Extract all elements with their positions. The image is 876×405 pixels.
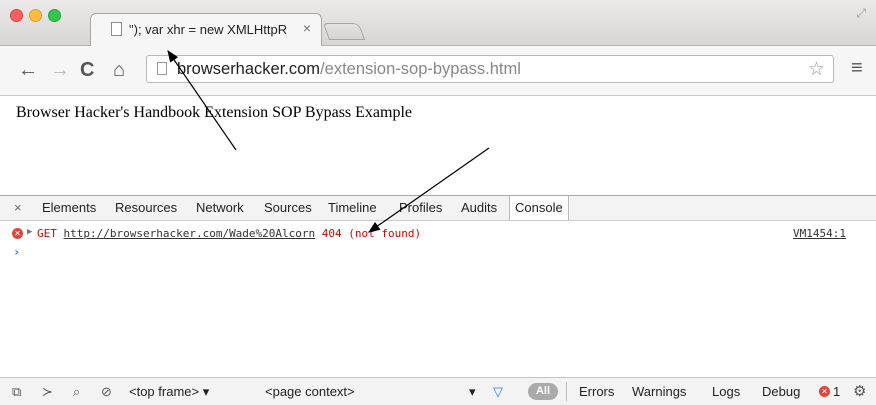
devtools-close-icon[interactable]: × xyxy=(14,200,22,215)
home-icon[interactable]: ⌂ xyxy=(113,59,125,82)
tab-elements[interactable]: Elements xyxy=(42,200,96,215)
error-icon: ✕ xyxy=(12,228,23,239)
filter-logs[interactable]: Logs xyxy=(712,384,740,399)
browser-tab[interactable]: "); var xhr = new XMLHttpR × xyxy=(90,13,322,47)
url-text: browserhacker.com/extension-sop-bypass.h… xyxy=(177,60,521,79)
error-message: GET http://browserhacker.com/Wade%20Alco… xyxy=(37,227,421,240)
menu-icon[interactable]: ≡ xyxy=(851,57,863,80)
tab-audits[interactable]: Audits xyxy=(461,200,497,215)
address-bar[interactable]: browserhacker.com/extension-sop-bypass.h… xyxy=(146,55,834,83)
source-link[interactable]: VM1454:1 xyxy=(793,227,846,240)
tab-console[interactable]: Console xyxy=(509,196,569,220)
tab-timeline[interactable]: Timeline xyxy=(328,200,377,215)
request-url-link[interactable]: http://browserhacker.com/Wade%20Alcorn xyxy=(64,227,316,240)
forward-icon[interactable]: → xyxy=(50,59,70,82)
tab-resources[interactable]: Resources xyxy=(115,200,177,215)
filter-errors[interactable]: Errors xyxy=(579,384,614,399)
expand-triangle-icon[interactable]: ▶ xyxy=(27,227,32,237)
tab-sources[interactable]: Sources xyxy=(264,200,312,215)
page-icon xyxy=(111,22,122,36)
request-method: GET xyxy=(37,227,57,240)
frame-select[interactable]: <top frame> ▾ xyxy=(129,384,209,400)
tab-profiles[interactable]: Profiles xyxy=(399,200,442,215)
context-select[interactable]: <page context> xyxy=(265,384,355,399)
error-count-icon: ✕ xyxy=(819,386,830,397)
devtools-tab-strip: × Elements Resources Network Sources Tim… xyxy=(0,195,876,221)
minimize-window-button[interactable] xyxy=(29,9,42,22)
tab-title: "); var xhr = new XMLHttpR xyxy=(129,22,288,37)
context-chevron-down-icon[interactable]: ▾ xyxy=(469,384,476,400)
search-icon[interactable]: ⌕ xyxy=(73,384,80,400)
devtools-status-bar: ⧉ ≻ ⌕ ⊘ <top frame> ▾ <page context> ▾ ▽… xyxy=(0,377,876,405)
console-prompt[interactable]: › xyxy=(13,245,20,259)
clear-console-icon[interactable]: ⊘ xyxy=(101,384,112,400)
console-error-line: ✕ ▶ GET http://browserhacker.com/Wade%20… xyxy=(0,226,876,242)
gear-icon[interactable]: ⚙ xyxy=(853,382,866,400)
filter-icon[interactable]: ▽ xyxy=(493,384,503,400)
filter-debug[interactable]: Debug xyxy=(762,384,800,399)
toolbar: ← → C ⌂ browserhacker.com/extension-sop-… xyxy=(0,46,876,96)
filter-all-button[interactable]: All xyxy=(528,383,558,400)
tab-network[interactable]: Network xyxy=(196,200,244,215)
tab-close-icon[interactable]: × xyxy=(303,20,311,36)
url-host: browserhacker.com xyxy=(177,60,321,78)
drawer-icon[interactable]: ≻ xyxy=(42,384,53,400)
new-tab-button[interactable] xyxy=(322,23,366,40)
zoom-window-button[interactable] xyxy=(48,9,61,22)
page-heading: Browser Hacker's Handbook Extension SOP … xyxy=(16,104,413,121)
title-bar: "); var xhr = new XMLHttpR × ⤢ xyxy=(0,0,876,47)
request-status: 404 (not found) xyxy=(321,227,422,240)
url-path: /extension-sop-bypass.html xyxy=(320,60,521,78)
dock-icon[interactable]: ⧉ xyxy=(12,384,21,400)
console-panel[interactable]: ✕ ▶ GET http://browserhacker.com/Wade%20… xyxy=(0,221,876,377)
fullscreen-icon[interactable]: ⤢ xyxy=(856,6,866,21)
page-icon xyxy=(157,62,167,75)
page-content: Browser Hacker's Handbook Extension SOP … xyxy=(0,96,876,195)
close-window-button[interactable] xyxy=(10,9,23,22)
reload-icon[interactable]: C xyxy=(80,59,94,82)
star-icon[interactable]: ☆ xyxy=(808,58,825,81)
back-icon[interactable]: ← xyxy=(18,59,38,82)
frame-select-value: <top frame> xyxy=(129,384,200,399)
filter-warnings[interactable]: Warnings xyxy=(632,384,686,399)
error-count: 1 xyxy=(833,384,841,399)
divider xyxy=(566,382,567,401)
context-select-value: <page context> xyxy=(265,384,355,399)
